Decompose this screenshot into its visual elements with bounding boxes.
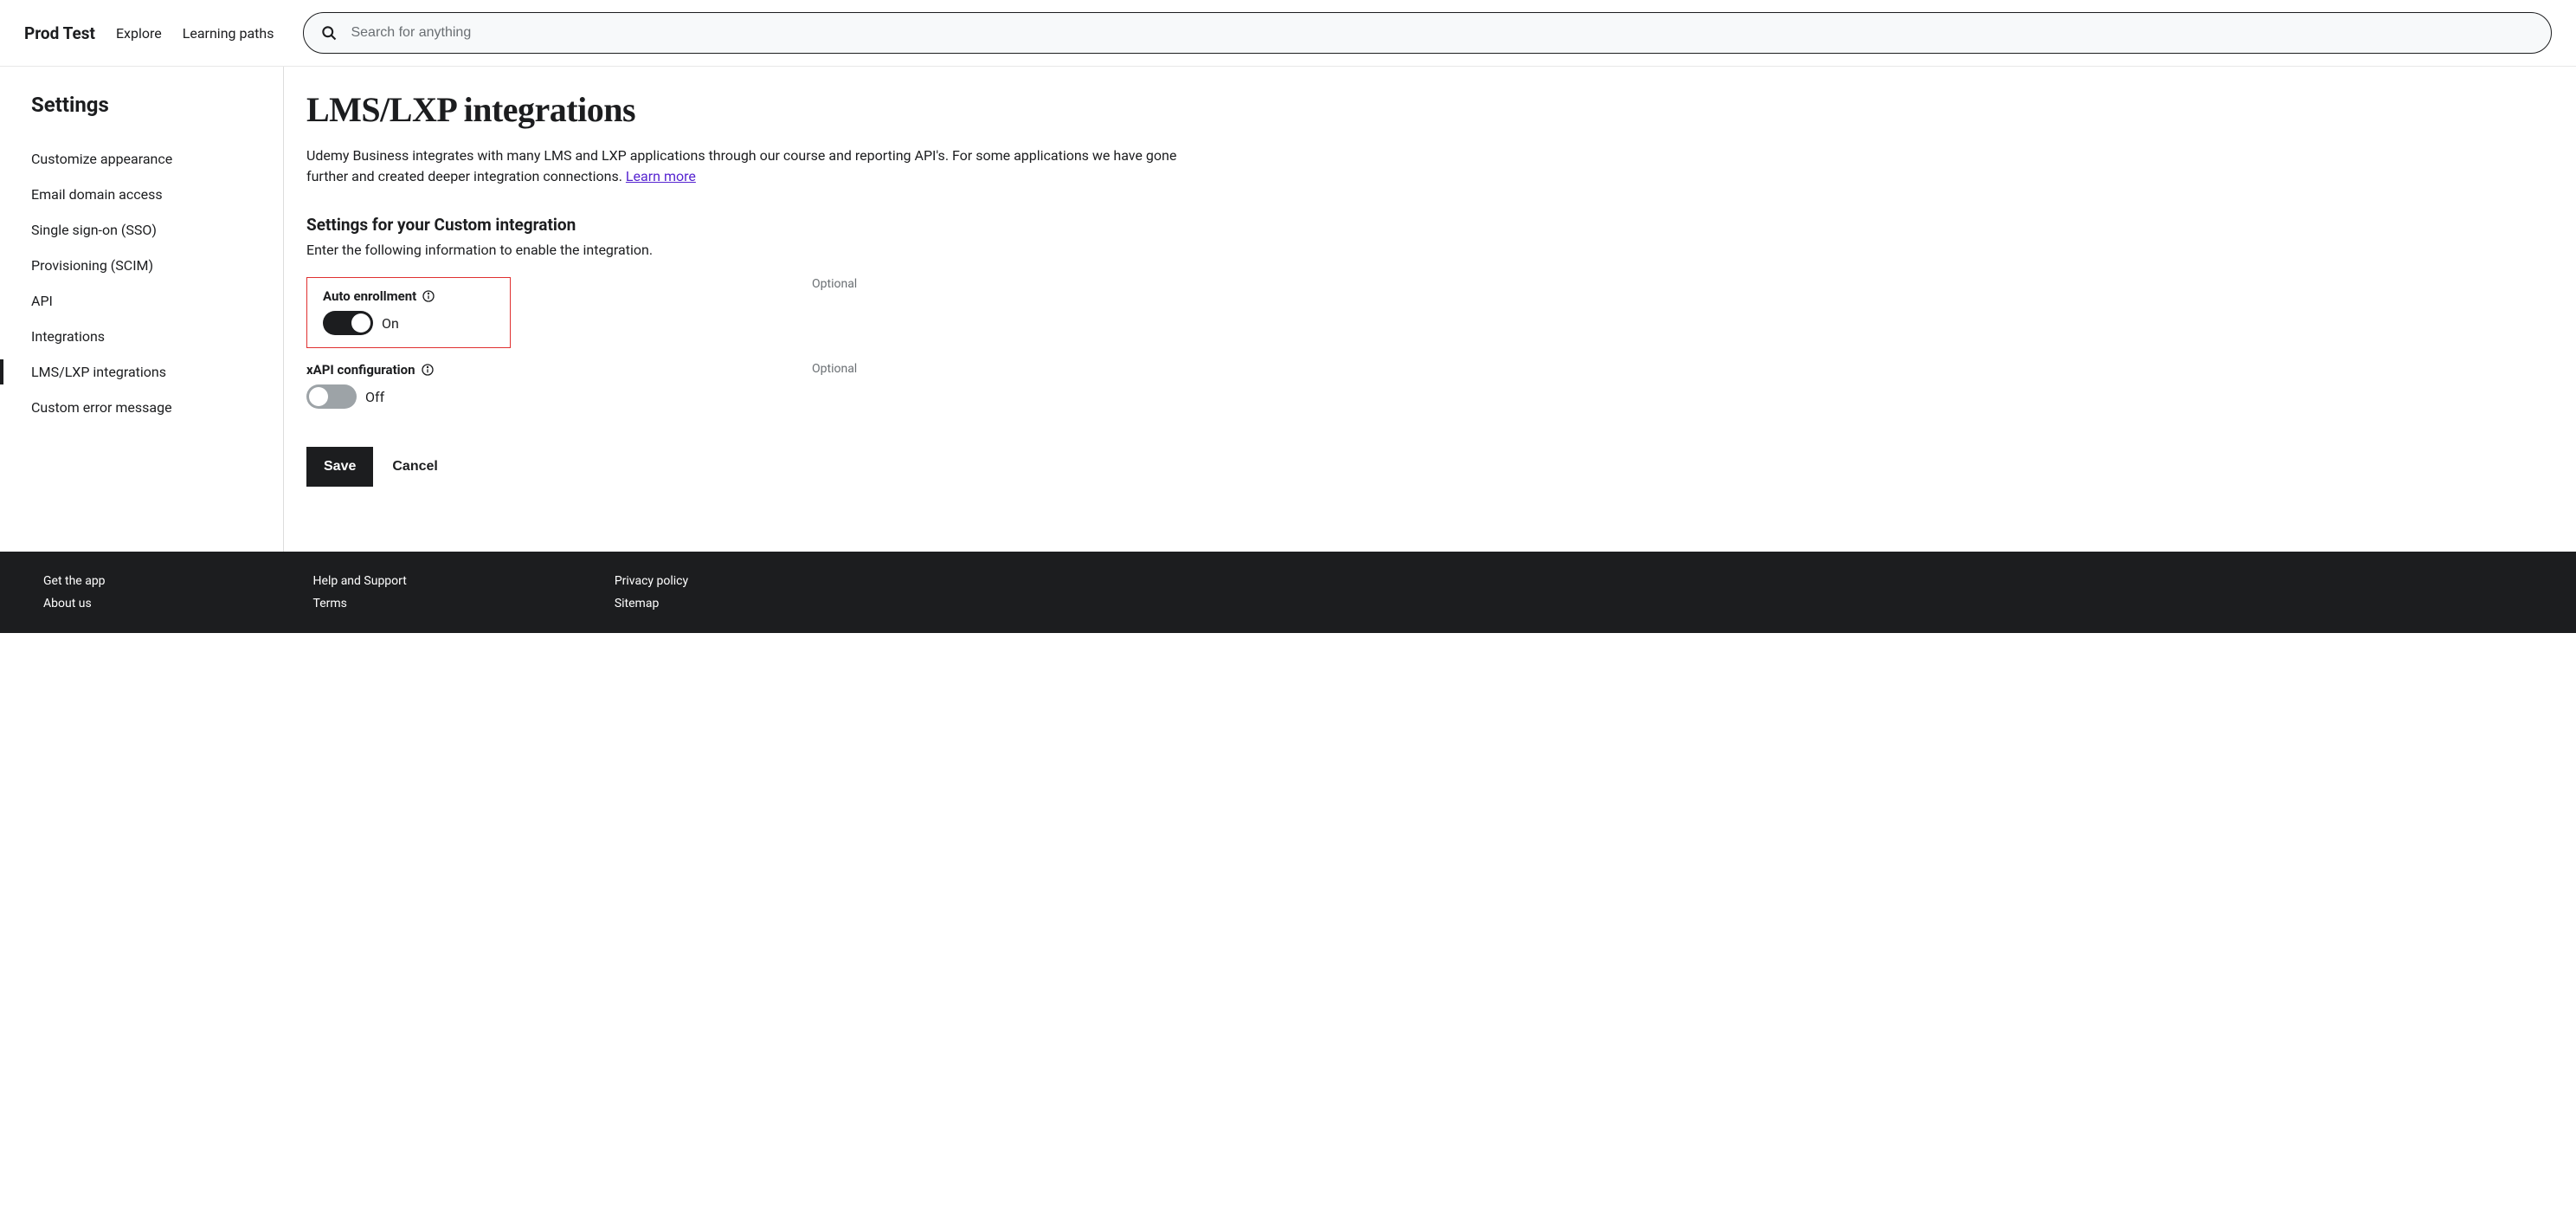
footer-privacy[interactable]: Privacy policy bbox=[615, 574, 688, 588]
info-icon[interactable] bbox=[421, 363, 435, 377]
layout: Settings Customize appearance Email doma… bbox=[0, 67, 2576, 552]
learn-more-link[interactable]: Learn more bbox=[626, 168, 696, 184]
footer-col-3: Privacy policy Sitemap bbox=[615, 574, 688, 610]
highlight-box: Auto enrollment On bbox=[306, 277, 511, 348]
footer-terms[interactable]: Terms bbox=[313, 597, 407, 610]
sidebar-item-customize-appearance[interactable]: Customize appearance bbox=[31, 141, 252, 177]
nav-learning-paths[interactable]: Learning paths bbox=[183, 25, 274, 42]
auto-enrollment-row: Optional Auto enrollment bbox=[306, 277, 1198, 348]
optional-tag: Optional bbox=[812, 277, 857, 291]
sidebar-item-integrations[interactable]: Integrations bbox=[31, 319, 252, 354]
sidebar-item-provisioning[interactable]: Provisioning (SCIM) bbox=[31, 248, 252, 283]
sidebar-title: Settings bbox=[31, 93, 252, 117]
section-subtitle: Enter the following information to enabl… bbox=[306, 242, 1198, 258]
search-input[interactable] bbox=[303, 12, 2552, 54]
sidebar-item-sso[interactable]: Single sign-on (SSO) bbox=[31, 212, 252, 248]
footer: Get the app About us Help and Support Te… bbox=[0, 552, 2576, 633]
auto-enrollment-toggle[interactable] bbox=[323, 311, 373, 335]
intro-text: Udemy Business integrates with many LMS … bbox=[306, 145, 1198, 187]
header: Prod Test Explore Learning paths bbox=[0, 0, 2576, 67]
footer-col-2: Help and Support Terms bbox=[313, 574, 407, 610]
auto-enrollment-label: Auto enrollment bbox=[323, 288, 416, 304]
xapi-toggle-row: Off bbox=[306, 384, 1198, 409]
page-title: LMS/LXP integrations bbox=[306, 89, 1198, 130]
sidebar-item-api[interactable]: API bbox=[31, 283, 252, 319]
xapi-state: Off bbox=[365, 389, 384, 405]
info-icon[interactable] bbox=[422, 289, 435, 303]
sidebar-item-custom-error[interactable]: Custom error message bbox=[31, 390, 252, 425]
main-content: LMS/LXP integrations Udemy Business inte… bbox=[284, 67, 1236, 552]
footer-sitemap[interactable]: Sitemap bbox=[615, 597, 688, 610]
xapi-label: xAPI configuration bbox=[306, 362, 415, 378]
button-row: Save Cancel bbox=[306, 447, 1198, 487]
xapi-label-row: xAPI configuration bbox=[306, 362, 1198, 378]
cancel-button[interactable]: Cancel bbox=[392, 459, 437, 475]
optional-tag: Optional bbox=[812, 362, 857, 376]
nav-explore[interactable]: Explore bbox=[116, 25, 162, 42]
footer-help[interactable]: Help and Support bbox=[313, 574, 407, 588]
intro-prefix: Udemy Business integrates with many LMS … bbox=[306, 147, 1176, 184]
save-button[interactable]: Save bbox=[306, 447, 373, 487]
sidebar-item-email-domain[interactable]: Email domain access bbox=[31, 177, 252, 212]
auto-enrollment-toggle-row: On bbox=[323, 311, 494, 335]
sidebar: Settings Customize appearance Email doma… bbox=[0, 67, 284, 552]
xapi-row: Optional xAPI configuration Off bbox=[306, 362, 1198, 409]
xapi-toggle[interactable] bbox=[306, 384, 357, 409]
search-container bbox=[303, 12, 2552, 54]
auto-enrollment-label-row: Auto enrollment bbox=[323, 288, 494, 304]
toggle-knob bbox=[351, 313, 370, 333]
toggle-knob bbox=[309, 387, 328, 406]
footer-col-1: Get the app About us bbox=[43, 574, 106, 610]
sidebar-item-lms-lxp[interactable]: LMS/LXP integrations bbox=[31, 354, 252, 390]
brand-name[interactable]: Prod Test bbox=[24, 23, 95, 43]
footer-about[interactable]: About us bbox=[43, 597, 106, 610]
auto-enrollment-state: On bbox=[382, 315, 399, 332]
footer-get-app[interactable]: Get the app bbox=[43, 574, 106, 588]
search-icon bbox=[320, 24, 338, 42]
section-title: Settings for your Custom integration bbox=[306, 215, 1198, 235]
